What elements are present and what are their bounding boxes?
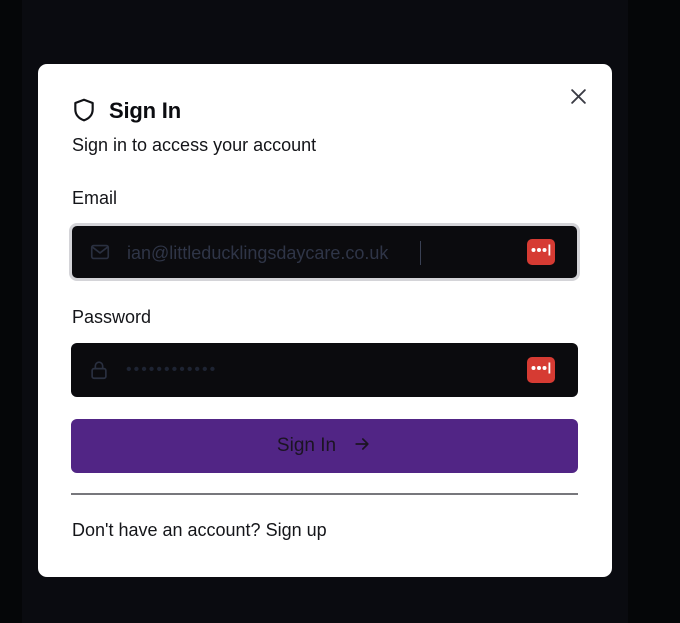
password-input[interactable] (126, 355, 506, 385)
sign-in-button-label: Sign In (276, 435, 337, 456)
password-manager-icon (530, 361, 552, 379)
email-label: Email (72, 188, 118, 208)
text-caret (420, 241, 421, 265)
divider (71, 493, 578, 495)
lock-icon (88, 359, 110, 381)
sign-in-dialog: Sign In Sign in to access your account E… (38, 64, 612, 577)
password-field-container (71, 343, 578, 397)
email-field-container (69, 223, 580, 281)
dialog-title: Sign In (109, 98, 181, 123)
close-button[interactable] (565, 86, 591, 112)
password-manager-icon (530, 243, 552, 261)
email-password-manager-button[interactable] (527, 239, 555, 265)
password-password-manager-button[interactable] (527, 357, 555, 383)
email-input[interactable] (127, 238, 507, 268)
signup-prompt: Don't have an account? Sign up (72, 519, 327, 541)
sign-in-button[interactable]: Sign In (71, 419, 578, 473)
shield-icon (71, 97, 97, 123)
dialog-subtitle: Sign in to access your account (72, 135, 317, 155)
signup-prompt-text: Don't have an account? (72, 520, 261, 540)
arrow-right-icon (352, 434, 372, 459)
close-icon (570, 88, 587, 110)
sign-up-link[interactable]: Sign up (266, 520, 327, 540)
password-label: Password (72, 307, 152, 327)
mail-icon (89, 241, 111, 263)
